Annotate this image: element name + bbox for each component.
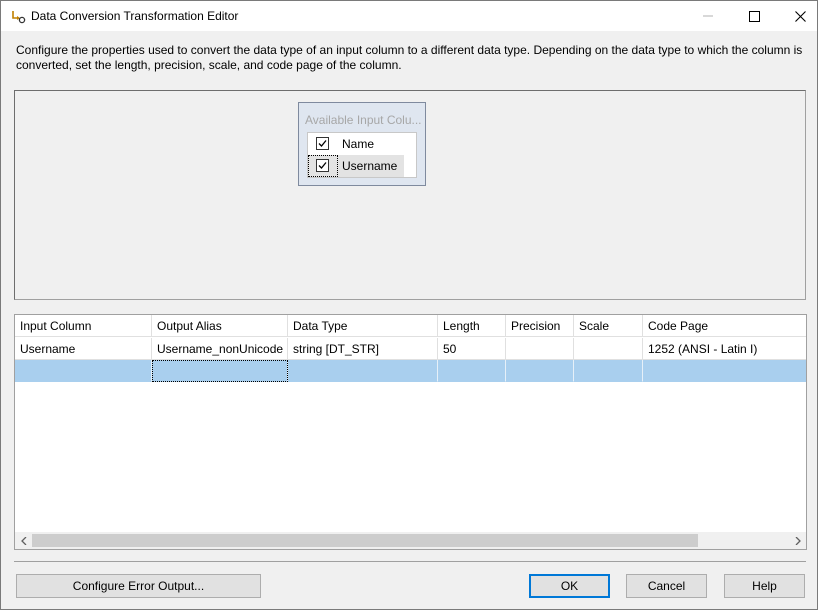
- cell-data-type[interactable]: string [DT_STR]: [288, 338, 438, 360]
- checkmark-icon: [317, 138, 328, 149]
- grid-header: Input Column Output Alias Data Type Leng…: [15, 315, 806, 338]
- scroll-left-icon[interactable]: [15, 532, 32, 549]
- cell-data-type[interactable]: [288, 360, 438, 382]
- scrollbar-thumb[interactable]: [32, 534, 698, 547]
- table-row[interactable]: Username Username_nonUnicode string [DT_…: [15, 338, 806, 360]
- cell-scale[interactable]: [574, 338, 643, 360]
- configure-error-output-button[interactable]: Configure Error Output...: [16, 574, 261, 598]
- column-header-precision[interactable]: Precision: [506, 315, 574, 337]
- conversion-grid[interactable]: Input Column Output Alias Data Type Leng…: [14, 314, 807, 550]
- cell-length[interactable]: 50: [438, 338, 506, 360]
- minimize-button[interactable]: [685, 1, 731, 31]
- divider: [14, 561, 806, 562]
- cell-precision[interactable]: [506, 360, 574, 382]
- description-text: Configure the properties used to convert…: [16, 43, 806, 73]
- editor-window: Data Conversion Transformation Editor Co…: [0, 0, 818, 610]
- available-input-columns-box[interactable]: Available Input Colu... Name Username: [298, 102, 426, 186]
- close-icon: [795, 11, 806, 22]
- title-bar: Data Conversion Transformation Editor: [1, 1, 817, 31]
- list-item[interactable]: Username: [308, 155, 404, 177]
- scroll-right-icon[interactable]: [789, 532, 806, 549]
- cancel-button[interactable]: Cancel: [626, 574, 707, 598]
- close-button[interactable]: [777, 1, 818, 31]
- cell-scale[interactable]: [574, 360, 643, 382]
- checkmark-icon: [317, 160, 328, 171]
- column-designer-pane: Available Input Colu... Name Username: [14, 90, 806, 300]
- help-button[interactable]: Help: [724, 574, 805, 598]
- table-row-new[interactable]: [15, 360, 806, 382]
- cell-input-column[interactable]: [15, 360, 152, 382]
- cell-length[interactable]: [438, 360, 506, 382]
- available-columns-list: Name Username: [307, 132, 417, 178]
- window-title: Data Conversion Transformation Editor: [31, 9, 238, 23]
- ok-button[interactable]: OK: [529, 574, 610, 598]
- cell-input-column[interactable]: Username: [15, 338, 152, 360]
- cell-code-page[interactable]: 1252 (ANSI - Latin I): [643, 338, 806, 360]
- maximize-button[interactable]: [731, 1, 777, 31]
- column-header-scale[interactable]: Scale: [574, 315, 643, 337]
- column-header-data-type[interactable]: Data Type: [288, 315, 438, 337]
- list-item-label: Name: [342, 137, 374, 151]
- column-header-output-alias[interactable]: Output Alias: [152, 315, 288, 337]
- column-header-input-column[interactable]: Input Column: [15, 315, 152, 337]
- checkbox-name[interactable]: [316, 137, 329, 150]
- horizontal-scrollbar[interactable]: [15, 532, 806, 549]
- list-item-label: Username: [342, 159, 397, 173]
- cell-code-page[interactable]: [643, 360, 806, 382]
- cell-output-alias[interactable]: [152, 360, 288, 382]
- column-header-length[interactable]: Length: [438, 315, 506, 337]
- list-item[interactable]: Name: [308, 133, 404, 155]
- data-conversion-icon: [10, 9, 26, 25]
- checkbox-username[interactable]: [316, 159, 329, 172]
- column-header-code-page[interactable]: Code Page: [643, 315, 806, 337]
- available-columns-title: Available Input Colu...: [305, 113, 421, 127]
- cell-precision[interactable]: [506, 338, 574, 360]
- cell-output-alias[interactable]: Username_nonUnicode: [152, 338, 288, 360]
